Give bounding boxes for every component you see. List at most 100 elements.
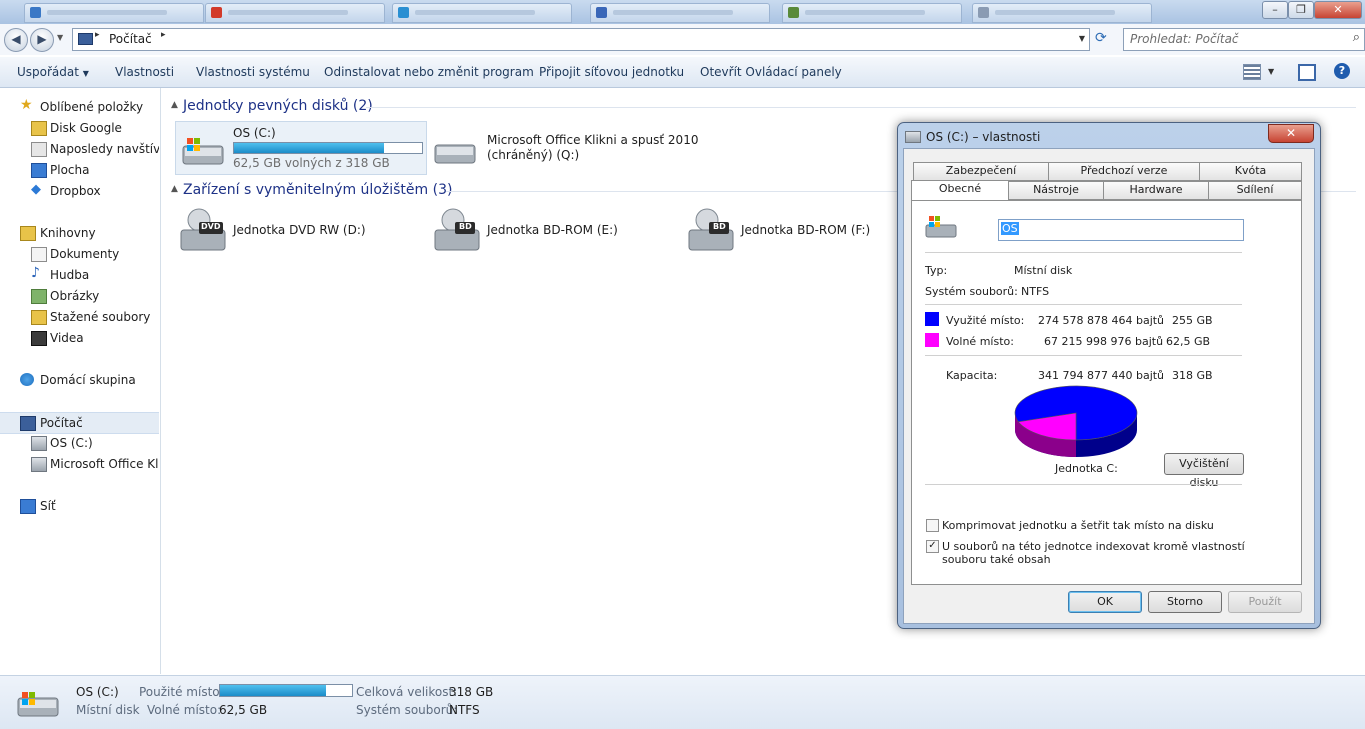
compress-checkbox[interactable] xyxy=(926,519,939,532)
nav-label: Stažené soubory xyxy=(50,310,151,324)
chevron-down-icon[interactable]: ▼ xyxy=(1079,34,1085,43)
drive-os-c[interactable]: OS (C:) 62,5 GB volných z 318 GB xyxy=(175,121,427,175)
search-input[interactable]: Prohledat: Počítač ⌕ xyxy=(1123,28,1365,51)
view-options-icon[interactable] xyxy=(1243,64,1261,80)
drive-windows-icon xyxy=(925,215,957,241)
back-button[interactable]: ◀ xyxy=(4,28,28,52)
app-icon xyxy=(398,7,409,18)
properties-dialog: OS (C:) – vlastnosti ✕ Zabezpečení Předc… xyxy=(897,122,1321,629)
drive-office-q[interactable]: Microsoft Office Klikni a spusť 2010 (ch… xyxy=(431,121,698,173)
videos-icon xyxy=(31,331,47,346)
tab-general[interactable]: Obecné xyxy=(911,180,1009,200)
maximize-button[interactable]: ❐ xyxy=(1288,1,1314,19)
nav-favorites[interactable]: ★ Oblíbené položky xyxy=(0,97,159,117)
properties-button[interactable]: Vlastnosti xyxy=(115,65,174,79)
chevron-down-icon[interactable]: ▼ xyxy=(1268,67,1274,76)
search-icon[interactable]: ⌕ xyxy=(1353,30,1360,45)
group-header-hard-disks[interactable]: Jednotky pevných disků (2) xyxy=(183,98,373,114)
open-control-panel-button[interactable]: Otevřít Ovládací panely xyxy=(700,65,842,79)
breadcrumb[interactable]: Počítač xyxy=(109,32,152,46)
nav-label: Dokumenty xyxy=(50,247,120,261)
nav-label: Disk Google xyxy=(50,121,122,135)
drive-name: Jednotka BD-ROM (E:) xyxy=(487,223,618,237)
divider xyxy=(925,252,1242,253)
tab-previous-versions[interactable]: Předchozí verze xyxy=(1048,162,1200,181)
taskbar-tab[interactable] xyxy=(392,3,572,23)
apply-button[interactable]: Použít xyxy=(1228,591,1302,613)
organize-button[interactable]: Uspořádat ▼ xyxy=(17,65,89,79)
total-size-value: 318 GB xyxy=(449,685,494,699)
nav-homegroup[interactable]: Domácí skupina xyxy=(0,370,159,390)
collapse-arrow-icon[interactable]: ▲ xyxy=(171,184,178,194)
volume-name-input[interactable]: OS xyxy=(998,219,1244,241)
nav-recent[interactable]: Naposledy navštíven xyxy=(0,139,159,159)
bd-drive-icon: BD xyxy=(687,208,734,251)
preview-pane-icon[interactable] xyxy=(1298,64,1316,81)
drive-bd-f[interactable]: BD Jednotka BD-ROM (F:) xyxy=(685,208,915,254)
dialog-body: Zabezpečení Předchozí verze Kvóta Obecné… xyxy=(903,148,1315,624)
used-space-bytes: 274 578 878 464 bajtů xyxy=(1038,314,1165,327)
selected-drive-name: OS (C:) xyxy=(76,685,119,699)
star-icon: ★ xyxy=(20,97,33,113)
type-value: Místní disk xyxy=(1014,264,1073,277)
map-network-drive-button[interactable]: Připojit síťovou jednotku xyxy=(539,65,684,79)
uninstall-program-button[interactable]: Odinstalovat nebo změnit program xyxy=(324,65,534,79)
nav-music[interactable]: ♪ Hudba xyxy=(0,265,159,285)
history-dropdown-icon[interactable]: ▼ xyxy=(57,33,63,42)
nav-dropbox[interactable]: ◆ Dropbox xyxy=(0,181,159,201)
system-properties-button[interactable]: Vlastnosti systému xyxy=(196,65,310,79)
dvd-drive-icon: DVD xyxy=(179,208,226,251)
nav-office[interactable]: Microsoft Office Klik xyxy=(0,454,159,474)
nav-disk-google[interactable]: Disk Google xyxy=(0,118,159,138)
filesystem-value: NTFS xyxy=(449,703,480,717)
refresh-icon[interactable]: ⟳ xyxy=(1095,30,1107,46)
drive-caption: Jednotka C: xyxy=(1055,462,1118,475)
address-bar[interactable]: ▸ Počítač ▸ ▼ xyxy=(72,28,1090,51)
taskbar-tab[interactable] xyxy=(782,3,962,23)
ok-button[interactable]: OK xyxy=(1068,591,1142,613)
forward-button[interactable]: ▶ xyxy=(30,28,54,52)
nav-downloads[interactable]: Stažené soubory xyxy=(0,307,159,327)
nav-label: Videa xyxy=(50,331,84,345)
close-window-button[interactable]: ✕ xyxy=(1314,1,1362,19)
disk-cleanup-button[interactable]: Vyčištění disku xyxy=(1164,453,1244,489)
taskbar-tab[interactable] xyxy=(590,3,770,23)
tab-hardware[interactable]: Hardware xyxy=(1103,181,1209,200)
capacity-bar-fill xyxy=(234,143,385,153)
nav-label: Knihovny xyxy=(40,226,96,240)
tab-security[interactable]: Zabezpečení xyxy=(913,162,1049,181)
disk-usage-pie xyxy=(1014,385,1138,457)
nav-libraries[interactable]: Knihovny xyxy=(0,223,159,243)
folder-icon xyxy=(31,121,47,136)
nav-label: OS (C:) xyxy=(50,436,93,450)
collapse-arrow-icon[interactable]: ▲ xyxy=(171,100,178,110)
tab-quota[interactable]: Kvóta xyxy=(1199,162,1302,181)
tab-tools[interactable]: Nástroje xyxy=(1008,181,1104,200)
nav-network[interactable]: Síť xyxy=(0,496,159,516)
group-header-removable[interactable]: Zařízení s vyměnitelným úložištěm (3) xyxy=(183,182,452,198)
nav-pictures[interactable]: Obrázky xyxy=(0,286,159,306)
help-icon[interactable]: ? xyxy=(1334,63,1350,79)
taskbar-tab[interactable] xyxy=(972,3,1152,23)
nav-os-c[interactable]: OS (C:) xyxy=(0,433,159,453)
cancel-button[interactable]: Storno xyxy=(1148,591,1222,613)
taskbar-tab[interactable] xyxy=(205,3,385,23)
computer-icon xyxy=(20,416,36,431)
nav-label: Domácí skupina xyxy=(40,373,136,387)
drive-bd-e[interactable]: BD Jednotka BD-ROM (E:) xyxy=(431,208,661,254)
tab-sharing[interactable]: Sdílení xyxy=(1208,181,1302,200)
drive-dvd-d[interactable]: DVD Jednotka DVD RW (D:) xyxy=(177,208,407,254)
nav-desktop[interactable]: Plocha xyxy=(0,160,159,180)
nav-documents[interactable]: Dokumenty xyxy=(0,244,159,264)
app-icon xyxy=(211,7,222,18)
minimize-button[interactable]: – xyxy=(1262,1,1288,19)
index-checkbox[interactable]: ✓ xyxy=(926,540,939,553)
taskbar-tab[interactable] xyxy=(24,3,204,23)
chevron-right-icon[interactable]: ▸ xyxy=(161,30,166,40)
dialog-close-button[interactable]: ✕ xyxy=(1268,124,1314,143)
drive-name: OS (C:) xyxy=(233,126,276,140)
nav-videos[interactable]: Videa xyxy=(0,328,159,348)
nav-computer[interactable]: Počítač xyxy=(0,412,159,434)
drive-name: Jednotka DVD RW (D:) xyxy=(233,223,366,237)
free-space-bytes: 67 215 998 976 bajtů xyxy=(1044,335,1164,348)
